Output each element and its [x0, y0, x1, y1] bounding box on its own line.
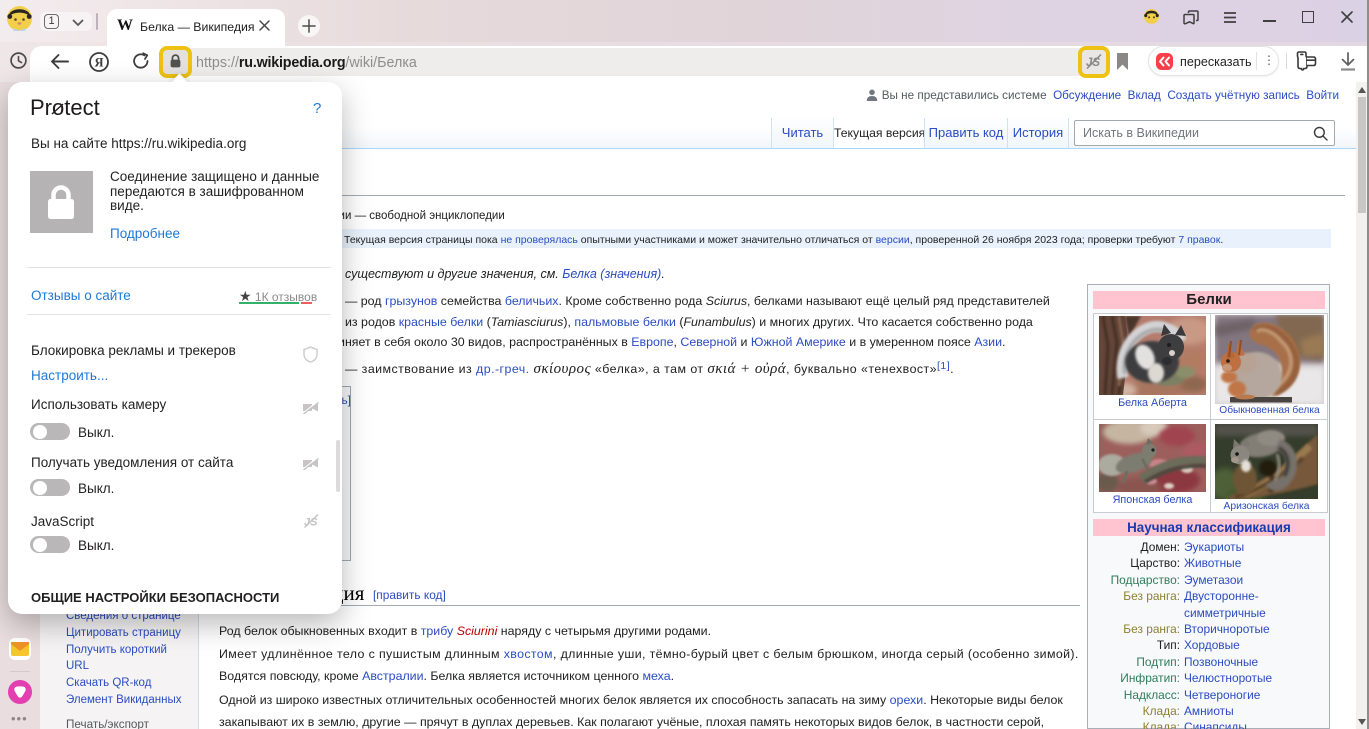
- svg-text:Я: Я: [94, 55, 103, 69]
